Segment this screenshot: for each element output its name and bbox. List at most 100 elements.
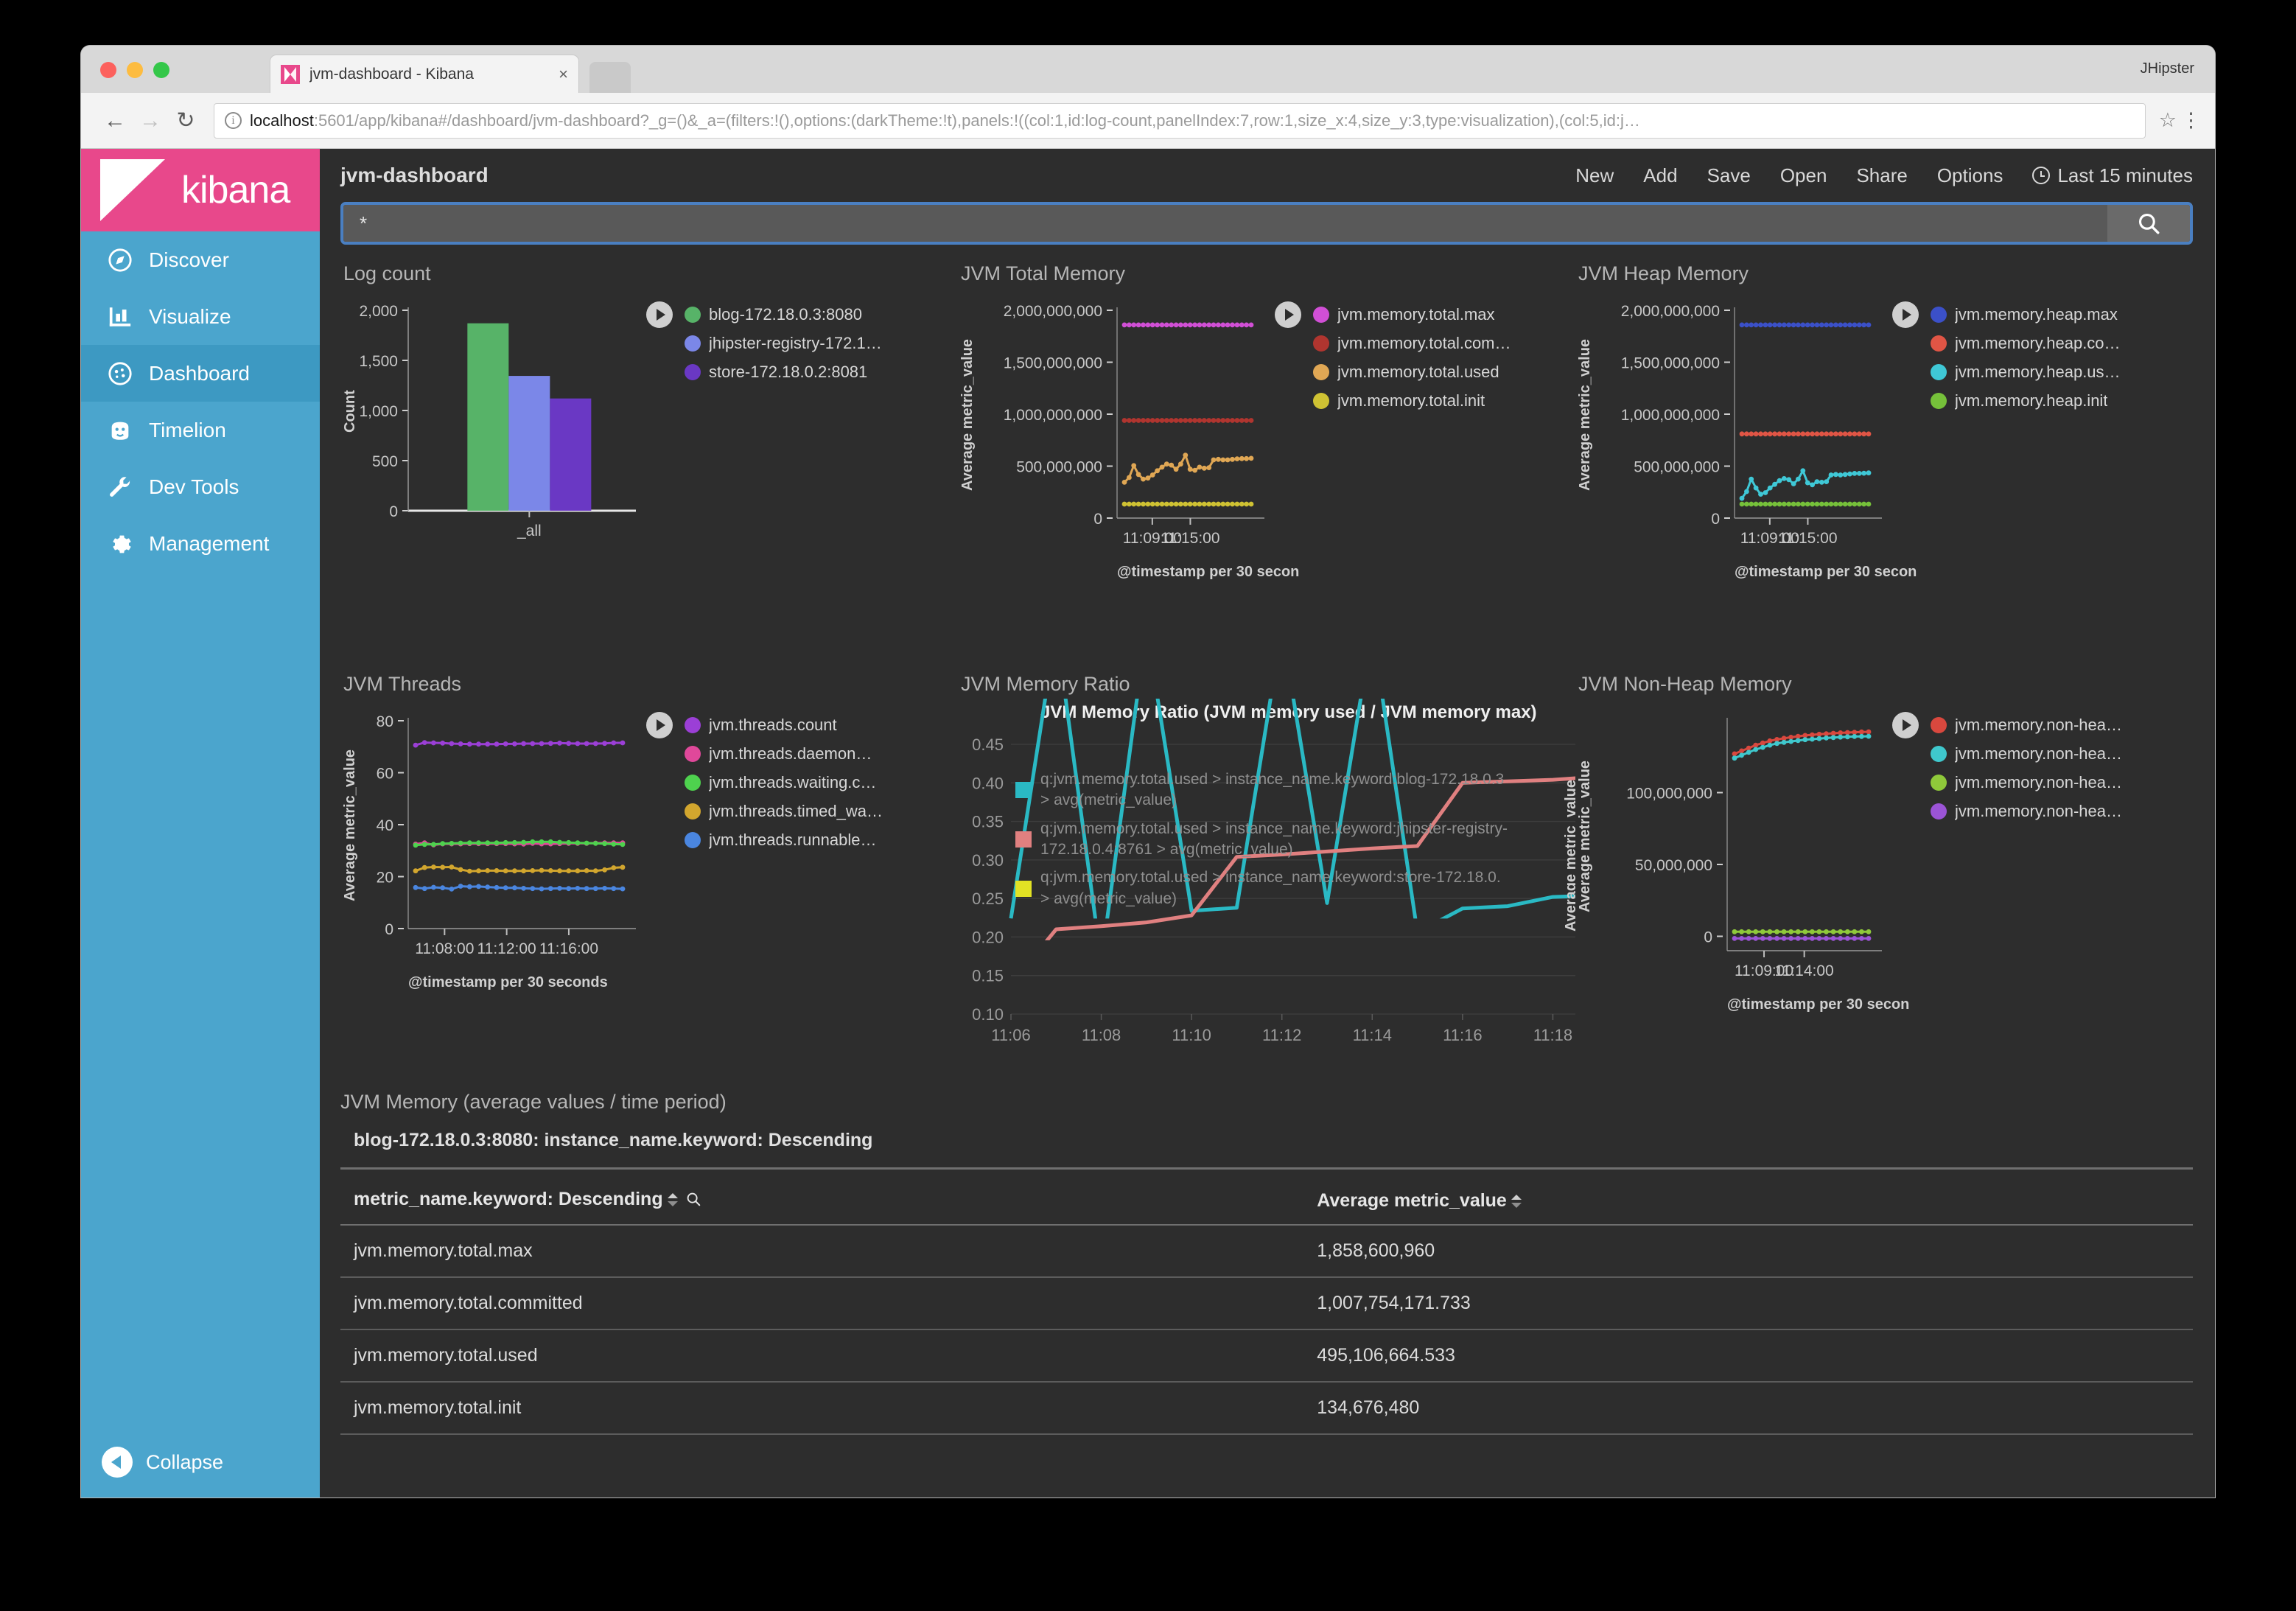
sidebar-item-timelion[interactable]: Timelion	[81, 402, 320, 458]
tab-title: jvm-dashboard - Kibana	[309, 65, 474, 83]
chart-area: 0 50,000,000 100,000,000 11:09:00 11:14:00 Av…	[1575, 699, 1909, 1013]
browser-tab[interactable]: jvm-dashboard - Kibana ×	[270, 55, 579, 93]
legend-toggle-icon[interactable]	[1275, 301, 1301, 328]
sidebar-item-management[interactable]: Management	[81, 515, 320, 572]
column-header-average-metric-value[interactable]: Average metric_value	[1303, 1189, 2193, 1226]
share-button[interactable]: Share	[1856, 164, 1907, 187]
search-icon[interactable]	[685, 1191, 701, 1212]
query-bar	[340, 202, 2193, 245]
kibana-main: jvm-dashboard New Add Save Open Share Op…	[320, 149, 2215, 1498]
legend-row[interactable]: jvm.memory.non-hea…	[1931, 797, 2193, 825]
window-close-button[interactable]	[100, 62, 116, 78]
legend-row[interactable]: jvm.memory.total.max	[1313, 300, 1575, 329]
legend-dot	[1931, 363, 1947, 380]
close-icon[interactable]: ×	[559, 66, 568, 83]
forward-icon[interactable]: →	[133, 108, 168, 133]
sidebar-item-discover[interactable]: Discover	[81, 231, 320, 288]
sort-icon[interactable]	[667, 1192, 678, 1208]
table-cell: 1,858,600,960	[1303, 1225, 2193, 1278]
svg-text:0: 0	[389, 503, 398, 520]
legend-row[interactable]: jvm.memory.non-hea…	[1931, 739, 2193, 768]
legend-row[interactable]: jvm.memory.non-hea…	[1931, 768, 2193, 797]
legend-row[interactable]: jvm.memory.heap.co…	[1931, 329, 2193, 357]
svg-text:60: 60	[377, 766, 393, 783]
column-header-metric-name[interactable]: metric_name.keyword: Descending	[340, 1189, 1304, 1226]
legend-row[interactable]: jvm.threads.daemon…	[685, 739, 958, 768]
legend-swatch	[1015, 831, 1032, 848]
url-text: localhost:5601/app/kibana#/dashboard/jvm…	[250, 111, 1640, 130]
save-button[interactable]: Save	[1707, 164, 1751, 187]
window-maximize-button[interactable]	[153, 62, 169, 78]
legend-row[interactable]: blog-172.18.0.3:8080	[685, 300, 958, 329]
collapse-sidebar-button[interactable]: Collapse	[81, 1440, 320, 1484]
sidebar-item-visualize[interactable]: Visualize	[81, 288, 320, 345]
window-minimize-button[interactable]	[127, 62, 143, 78]
options-button[interactable]: Options	[1937, 164, 2003, 187]
panel-jvm-heap-memory: JVM Heap Memory 0 500,000,000 1,000,000,000…	[1575, 255, 2193, 665]
sidebar-item-dashboard[interactable]: Dashboard	[81, 345, 320, 402]
kibana-logo[interactable]: kibana	[81, 149, 320, 231]
back-icon[interactable]: ←	[97, 108, 133, 133]
legend-row[interactable]: jvm.threads.runnable…	[685, 825, 958, 854]
svg-text:11:15:00: 11:15:00	[1778, 530, 1837, 547]
legend-row[interactable]: jvm.threads.timed_wa…	[685, 797, 958, 825]
svg-text:20: 20	[377, 870, 393, 887]
legend-toggle-icon[interactable]	[1892, 301, 1919, 328]
sidebar-item-dev-tools[interactable]: Dev Tools	[81, 458, 320, 515]
address-bar[interactable]: i localhost:5601/app/kibana#/dashboard/j…	[214, 102, 2146, 139]
svg-text:11:16:00: 11:16:00	[539, 940, 598, 957]
legend-row[interactable]: jvm.memory.heap.us…	[1931, 357, 2193, 386]
panel-title: JVM Threads	[343, 673, 462, 695]
plot: 0 500,000,000 1,000,000,000 1,500,000,000 2,…	[1621, 303, 1882, 547]
legend-row[interactable]: jvm.memory.heap.max	[1931, 300, 2193, 329]
legend-label: jvm.threads.daemon…	[709, 744, 872, 763]
browser-menu-icon[interactable]: ⋮	[2181, 109, 2201, 132]
legend-label: jvm.memory.heap.init	[1955, 391, 2108, 410]
time-range-picker[interactable]: Last 15 minutes	[2032, 164, 2193, 187]
legend-dot	[685, 803, 701, 820]
add-button[interactable]: Add	[1643, 164, 1677, 187]
page-title: jvm-dashboard	[340, 164, 489, 186]
legend-row[interactable]: store-172.18.0.2:8081	[685, 357, 958, 386]
panel-title: JVM Memory Ratio	[961, 673, 1130, 695]
plot: 050,000,000100,000,00011:09:0011:14:00	[1626, 718, 1882, 979]
profile-label: JHipster	[2140, 60, 2194, 77]
bookmark-star-icon[interactable]: ☆	[2159, 109, 2177, 132]
legend-toggle-icon[interactable]	[646, 301, 673, 328]
site-info-icon[interactable]: i	[225, 112, 242, 129]
legend-row[interactable]: jvm.memory.total.used	[1313, 357, 1575, 386]
legend-toggle-icon[interactable]	[1892, 712, 1919, 738]
legend-row[interactable]: jvm.threads.waiting.c…	[685, 768, 958, 797]
legend-label: jvm.threads.count	[709, 715, 837, 734]
legend-row[interactable]: jvm.memory.total.com…	[1313, 329, 1575, 357]
y-axis-label: Average metric_value	[1577, 760, 1593, 913]
svg-text:2,000,000,000: 2,000,000,000	[1621, 303, 1720, 320]
search-input[interactable]	[343, 205, 2107, 242]
legend-row[interactable]: q:jvm.memory.total.used > instance_name.…	[1015, 819, 1531, 861]
table-cell: 495,106,664.533	[1303, 1329, 2193, 1383]
panel-body: 0 500,000,000 1,000,000,000 1,500,000,000 2,…	[958, 288, 1575, 665]
reload-icon[interactable]: ↻	[168, 108, 203, 133]
sort-icon[interactable]	[1511, 1193, 1522, 1209]
search-button[interactable]	[2107, 205, 2190, 242]
legend-toggle-icon[interactable]	[646, 712, 673, 738]
svg-text:11:06: 11:06	[991, 1026, 1030, 1044]
legend-row[interactable]: jvm.memory.heap.init	[1931, 386, 2193, 415]
new-button[interactable]: New	[1575, 164, 1614, 187]
legend-row[interactable]: q:jvm.memory.total.used > instance_name.…	[1015, 867, 1531, 909]
legend-row[interactable]: jvm.threads.count	[685, 710, 958, 739]
dashboard-grid: Log count 0 500 1,000 1,500 2,000 _all Count blo…	[340, 255, 2193, 1076]
y-axis-label: Average metric_value	[1577, 338, 1593, 492]
new-tab-button[interactable]	[589, 62, 631, 93]
svg-text:500,000,000: 500,000,000	[1016, 459, 1102, 476]
legend-row[interactable]: jhipster-registry-172.1…	[685, 329, 958, 357]
series-line	[415, 885, 623, 890]
svg-text:80: 80	[377, 713, 393, 730]
panel-body: 0 50,000,000 100,000,000 11:09:00 11:14:00 Av…	[1575, 699, 2193, 1076]
open-button[interactable]: Open	[1780, 164, 1827, 187]
legend-row[interactable]: q:jvm.memory.total.used > instance_name.…	[1015, 769, 1531, 811]
legend-label: store-172.18.0.2:8081	[709, 362, 868, 381]
legend-row[interactable]: jvm.memory.total.init	[1313, 386, 1575, 415]
table-body: jvm.memory.total.max 1,858,600,960 jvm.mem…	[340, 1225, 2193, 1435]
legend-row[interactable]: jvm.memory.non-hea…	[1931, 710, 2193, 739]
